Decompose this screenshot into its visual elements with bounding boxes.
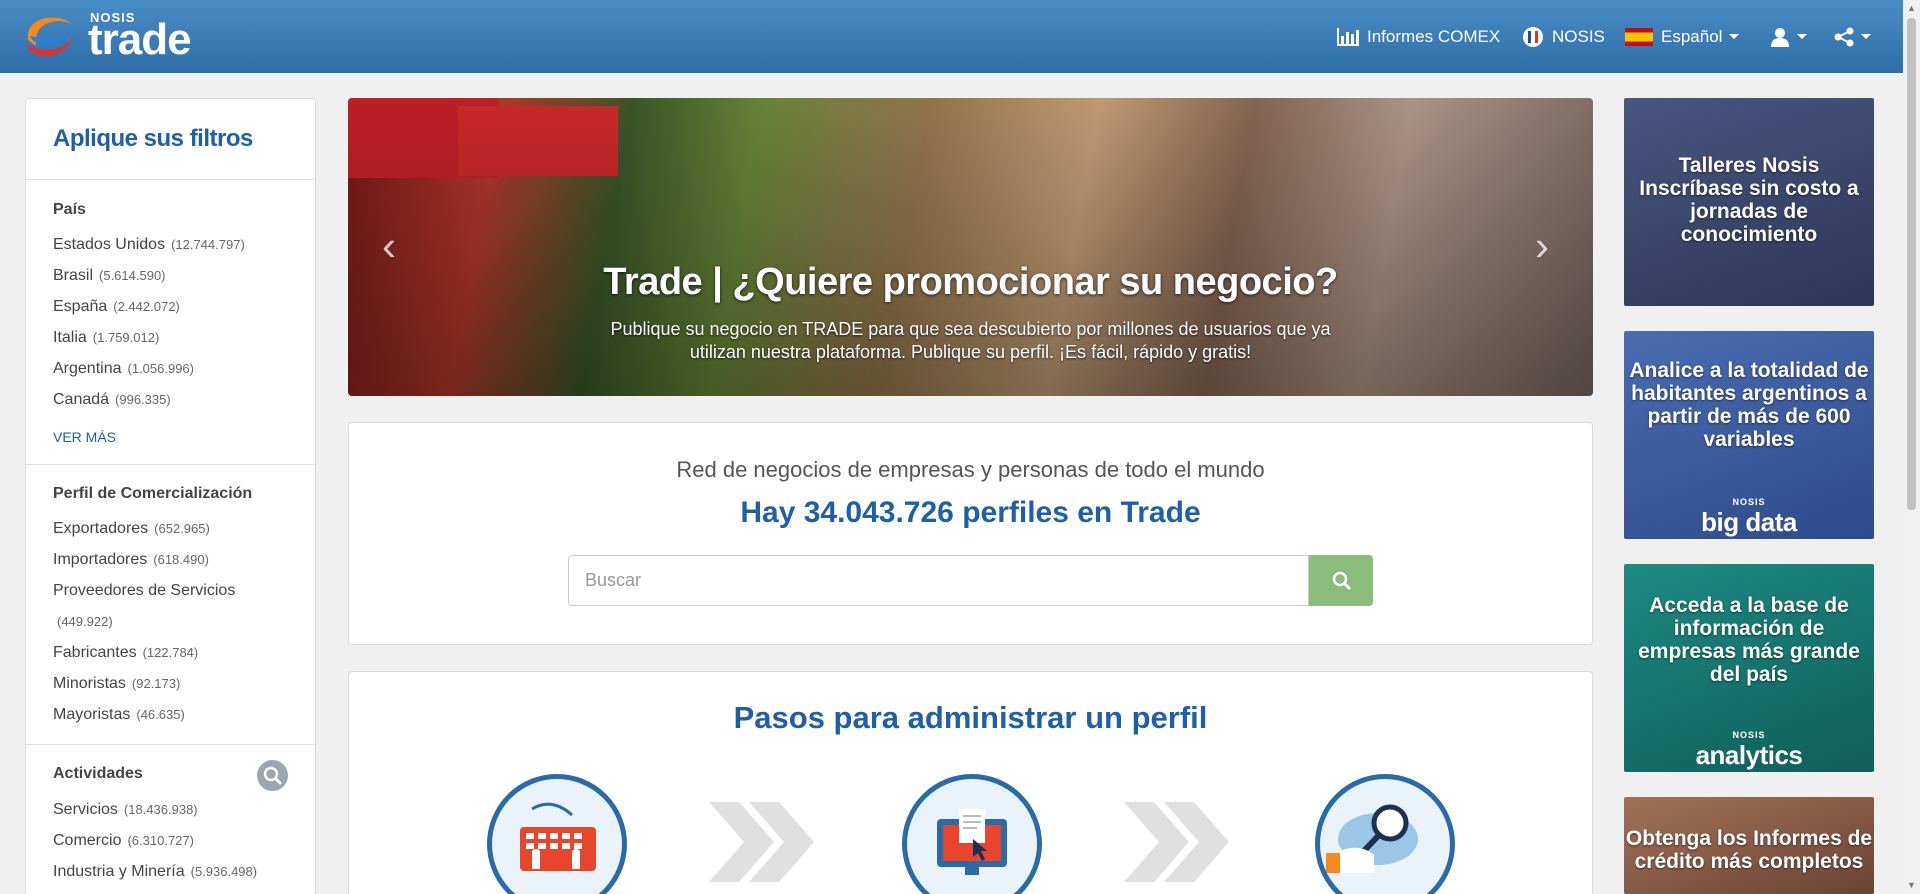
filter-heading-pais: País bbox=[53, 201, 86, 218]
filter-list-perfil: Exportadores (652.965) Importadores (618.4… bbox=[53, 513, 235, 730]
ad-analytics[interactable]: Acceda a la base de información de empre… bbox=[1624, 564, 1874, 772]
language-selector[interactable]: Español bbox=[1625, 0, 1740, 73]
search-panel: Red de negocios de empresas y personas d… bbox=[348, 422, 1593, 645]
search-icon bbox=[263, 766, 282, 785]
nav-nosis[interactable]: NOSIS bbox=[1522, 0, 1605, 73]
filter-item[interactable]: Italia (1.759.012) bbox=[53, 322, 245, 353]
nosis-logo-icon bbox=[1523, 26, 1543, 47]
filter-item[interactable]: Canadá (996.335) bbox=[53, 384, 245, 415]
search-input[interactable] bbox=[568, 555, 1309, 606]
analytics-logo: NOSIS analytics bbox=[1695, 730, 1803, 770]
ad-informes-credito[interactable]: Obtenga los Informes de crédito más comp… bbox=[1624, 797, 1874, 894]
chevron-down-icon bbox=[1861, 34, 1871, 39]
filter-list-pais: Estados Unidos (12.744.797) Brasil (5.614.… bbox=[53, 229, 245, 415]
filter-heading-perfil: Perfil de Comercialización bbox=[53, 485, 253, 502]
share-icon bbox=[1834, 27, 1854, 46]
scroll-down-arrow[interactable]: ▼ bbox=[1903, 877, 1920, 894]
filter-item[interactable]: Servicios (18.436.938) bbox=[53, 794, 257, 825]
search-activities-button[interactable] bbox=[257, 760, 288, 791]
filter-item[interactable]: Estados Unidos (12.744.797) bbox=[53, 229, 245, 260]
ver-mas-link[interactable]: VER MÁS bbox=[53, 429, 116, 445]
steps-title: Pasos para administrar un perfil bbox=[733, 700, 1208, 735]
steps-panel: Pasos para administrar un perfil bbox=[348, 671, 1593, 894]
divider bbox=[26, 464, 315, 465]
search-subtitle: Red de negocios de empresas y personas d… bbox=[676, 457, 1265, 482]
step-magnifier-icon bbox=[1315, 774, 1455, 894]
chevron-down-icon bbox=[1729, 34, 1740, 39]
ad-text: Obtenga los Informes de crédito más comp… bbox=[1625, 827, 1873, 873]
ad-text: Analice a la totalidad de habitantes arg… bbox=[1629, 359, 1869, 451]
ad-talleres[interactable]: Talleres Nosis Inscríbase sin costo a jo… bbox=[1624, 98, 1874, 306]
logo-mark-icon bbox=[26, 17, 74, 56]
share-menu[interactable] bbox=[1834, 0, 1871, 73]
nav-nosis-label: NOSIS bbox=[1552, 26, 1605, 46]
nosis-trade-logo[interactable]: NOSIS trade bbox=[22, 6, 222, 66]
filters-sidebar: Aplique sus filtros País Estados Unidos(… bbox=[25, 98, 316, 894]
divider bbox=[26, 744, 315, 745]
ad-text: Acceda a la base de información de empre… bbox=[1638, 594, 1860, 686]
scroll-thumb[interactable] bbox=[1907, 18, 1916, 510]
filter-item[interactable]: Brasil (5.614.590) bbox=[53, 260, 245, 291]
filter-item[interactable]: Exportadores (652.965) bbox=[53, 513, 235, 544]
promo-carousel[interactable]: ‹ › Trade | ¿Quiere promocionar su negoc… bbox=[348, 98, 1593, 396]
user-menu[interactable] bbox=[1770, 0, 1807, 73]
nav-informes-label: Informes COMEX bbox=[1367, 26, 1501, 46]
ad-big-data[interactable]: Analice a la totalidad de habitantes arg… bbox=[1624, 331, 1874, 539]
logo-text-big: trade bbox=[88, 15, 192, 64]
carousel-text: Publique su negocio en TRADE para que se… bbox=[610, 319, 1331, 362]
spain-flag-icon bbox=[1625, 27, 1653, 46]
bar-chart-icon bbox=[1337, 27, 1359, 46]
scroll-up-arrow[interactable]: ▲ bbox=[1903, 0, 1920, 17]
chevron-down-icon bbox=[1797, 34, 1807, 39]
search-icon bbox=[1332, 571, 1351, 590]
profile-count: Hay 34.043.726 perfiles en Trade bbox=[740, 496, 1201, 529]
carousel-next-arrow[interactable]: › bbox=[1535, 225, 1559, 267]
step-document-icon bbox=[902, 774, 1042, 894]
filter-item[interactable]: Importadores (618.490) bbox=[53, 544, 235, 575]
user-icon bbox=[1771, 27, 1789, 47]
filter-heading-actividades: Actividades bbox=[53, 765, 143, 782]
filter-item[interactable]: Argentina (1.056.996) bbox=[53, 353, 245, 384]
ad-text: Talleres Nosis Inscríbase sin costo a jo… bbox=[1639, 154, 1859, 246]
carousel-title: Trade | ¿Quiere promocionar su negocio? bbox=[603, 261, 1338, 303]
page-scrollbar[interactable]: ▲ ▼ bbox=[1903, 0, 1920, 894]
filter-list-actividades: Servicios (18.436.938) Comercio (6.310.727… bbox=[53, 794, 257, 887]
filter-item[interactable]: España (2.442.072) bbox=[53, 291, 245, 322]
language-label: Español bbox=[1661, 26, 1723, 46]
nav-informes-comex[interactable]: Informes COMEX bbox=[1337, 0, 1500, 73]
top-navbar: NOSIS trade Informes COMEX NOSIS Español bbox=[0, 0, 1920, 73]
step-arrow-icon bbox=[1124, 802, 1229, 882]
filter-item[interactable]: Minoristas (92.173) bbox=[53, 668, 235, 699]
search-button[interactable] bbox=[1309, 555, 1373, 606]
big-data-logo: NOSIS big data bbox=[1701, 497, 1797, 537]
carousel-prev-arrow[interactable]: ‹ bbox=[382, 225, 406, 267]
filter-item[interactable]: Fabricantes (122.784) bbox=[53, 637, 235, 668]
filter-item[interactable]: Proveedores de Servicios (449.922) bbox=[53, 575, 235, 637]
filter-item[interactable]: Comercio (6.310.727) bbox=[53, 825, 257, 856]
step-keyboard-icon bbox=[487, 774, 627, 894]
filter-item[interactable]: Industria y Minería (5.936.498) bbox=[53, 856, 257, 887]
divider bbox=[26, 179, 315, 180]
step-arrow-icon bbox=[709, 802, 814, 882]
sidebar-title: Aplique sus filtros bbox=[53, 125, 253, 152]
filter-item[interactable]: Mayoristas (46.635) bbox=[53, 699, 235, 730]
